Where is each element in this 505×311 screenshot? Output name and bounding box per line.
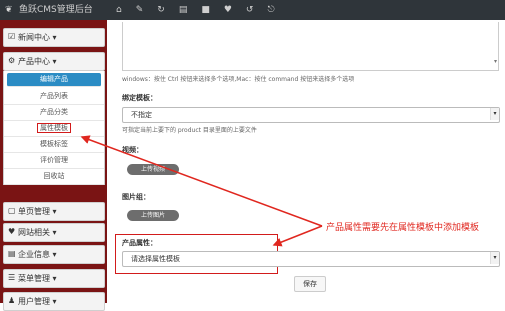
annotation-arrows [80, 135, 323, 247]
arrow-to-attribute-template [80, 135, 323, 227]
arrow-to-attribute-select [272, 225, 323, 247]
